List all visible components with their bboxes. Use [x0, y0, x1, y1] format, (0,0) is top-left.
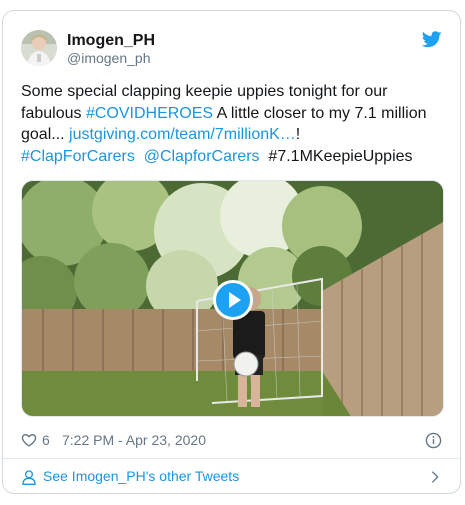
- video-thumbnail[interactable]: [21, 180, 444, 417]
- tweet-header: Imogen_PH @imogen_ph: [21, 30, 442, 70]
- tweet-card: Imogen_PH @imogen_ph Some special clappi…: [2, 10, 461, 494]
- tweet-meta: 6 7:22 PM - Apr 23, 2020: [21, 430, 442, 450]
- avatar-image: [21, 30, 57, 66]
- person-icon: [22, 470, 36, 485]
- see-other-tweets-link[interactable]: See Imogen_PH's other Tweets: [21, 459, 442, 494]
- info-icon[interactable]: [425, 432, 442, 449]
- author-names: Imogen_PH @imogen_ph: [67, 31, 155, 67]
- hashtag-covidheroes-link[interactable]: #COVIDHEROES: [86, 105, 213, 122]
- timestamp[interactable]: 7:22 PM - Apr 23, 2020: [62, 430, 206, 450]
- like-count[interactable]: 6: [42, 430, 50, 450]
- twitter-bird-icon[interactable]: [422, 31, 442, 48]
- mention-clapforcarers-link[interactable]: @ClapforCarers: [144, 148, 260, 165]
- handle[interactable]: @imogen_ph: [67, 50, 155, 67]
- chevron-right-icon: [431, 471, 439, 483]
- display-name[interactable]: Imogen_PH: [67, 31, 155, 50]
- tweet-text-part3: !: [295, 126, 301, 143]
- play-icon: [229, 292, 241, 308]
- see-other-tweets-label: See Imogen_PH's other Tweets: [43, 468, 240, 484]
- hashtag-keepieuppies-text: #7.1MKeepieUppies: [268, 147, 413, 165]
- avatar[interactable]: [21, 30, 57, 66]
- tweet-text: Some special clapping keepie uppies toni…: [21, 81, 441, 167]
- play-button[interactable]: [213, 280, 253, 320]
- heart-icon[interactable]: [21, 432, 37, 448]
- hashtag-clapforcarers-link[interactable]: #ClapForCarers: [21, 148, 135, 165]
- justgiving-link[interactable]: justgiving.com/team/7millionK…: [69, 126, 296, 143]
